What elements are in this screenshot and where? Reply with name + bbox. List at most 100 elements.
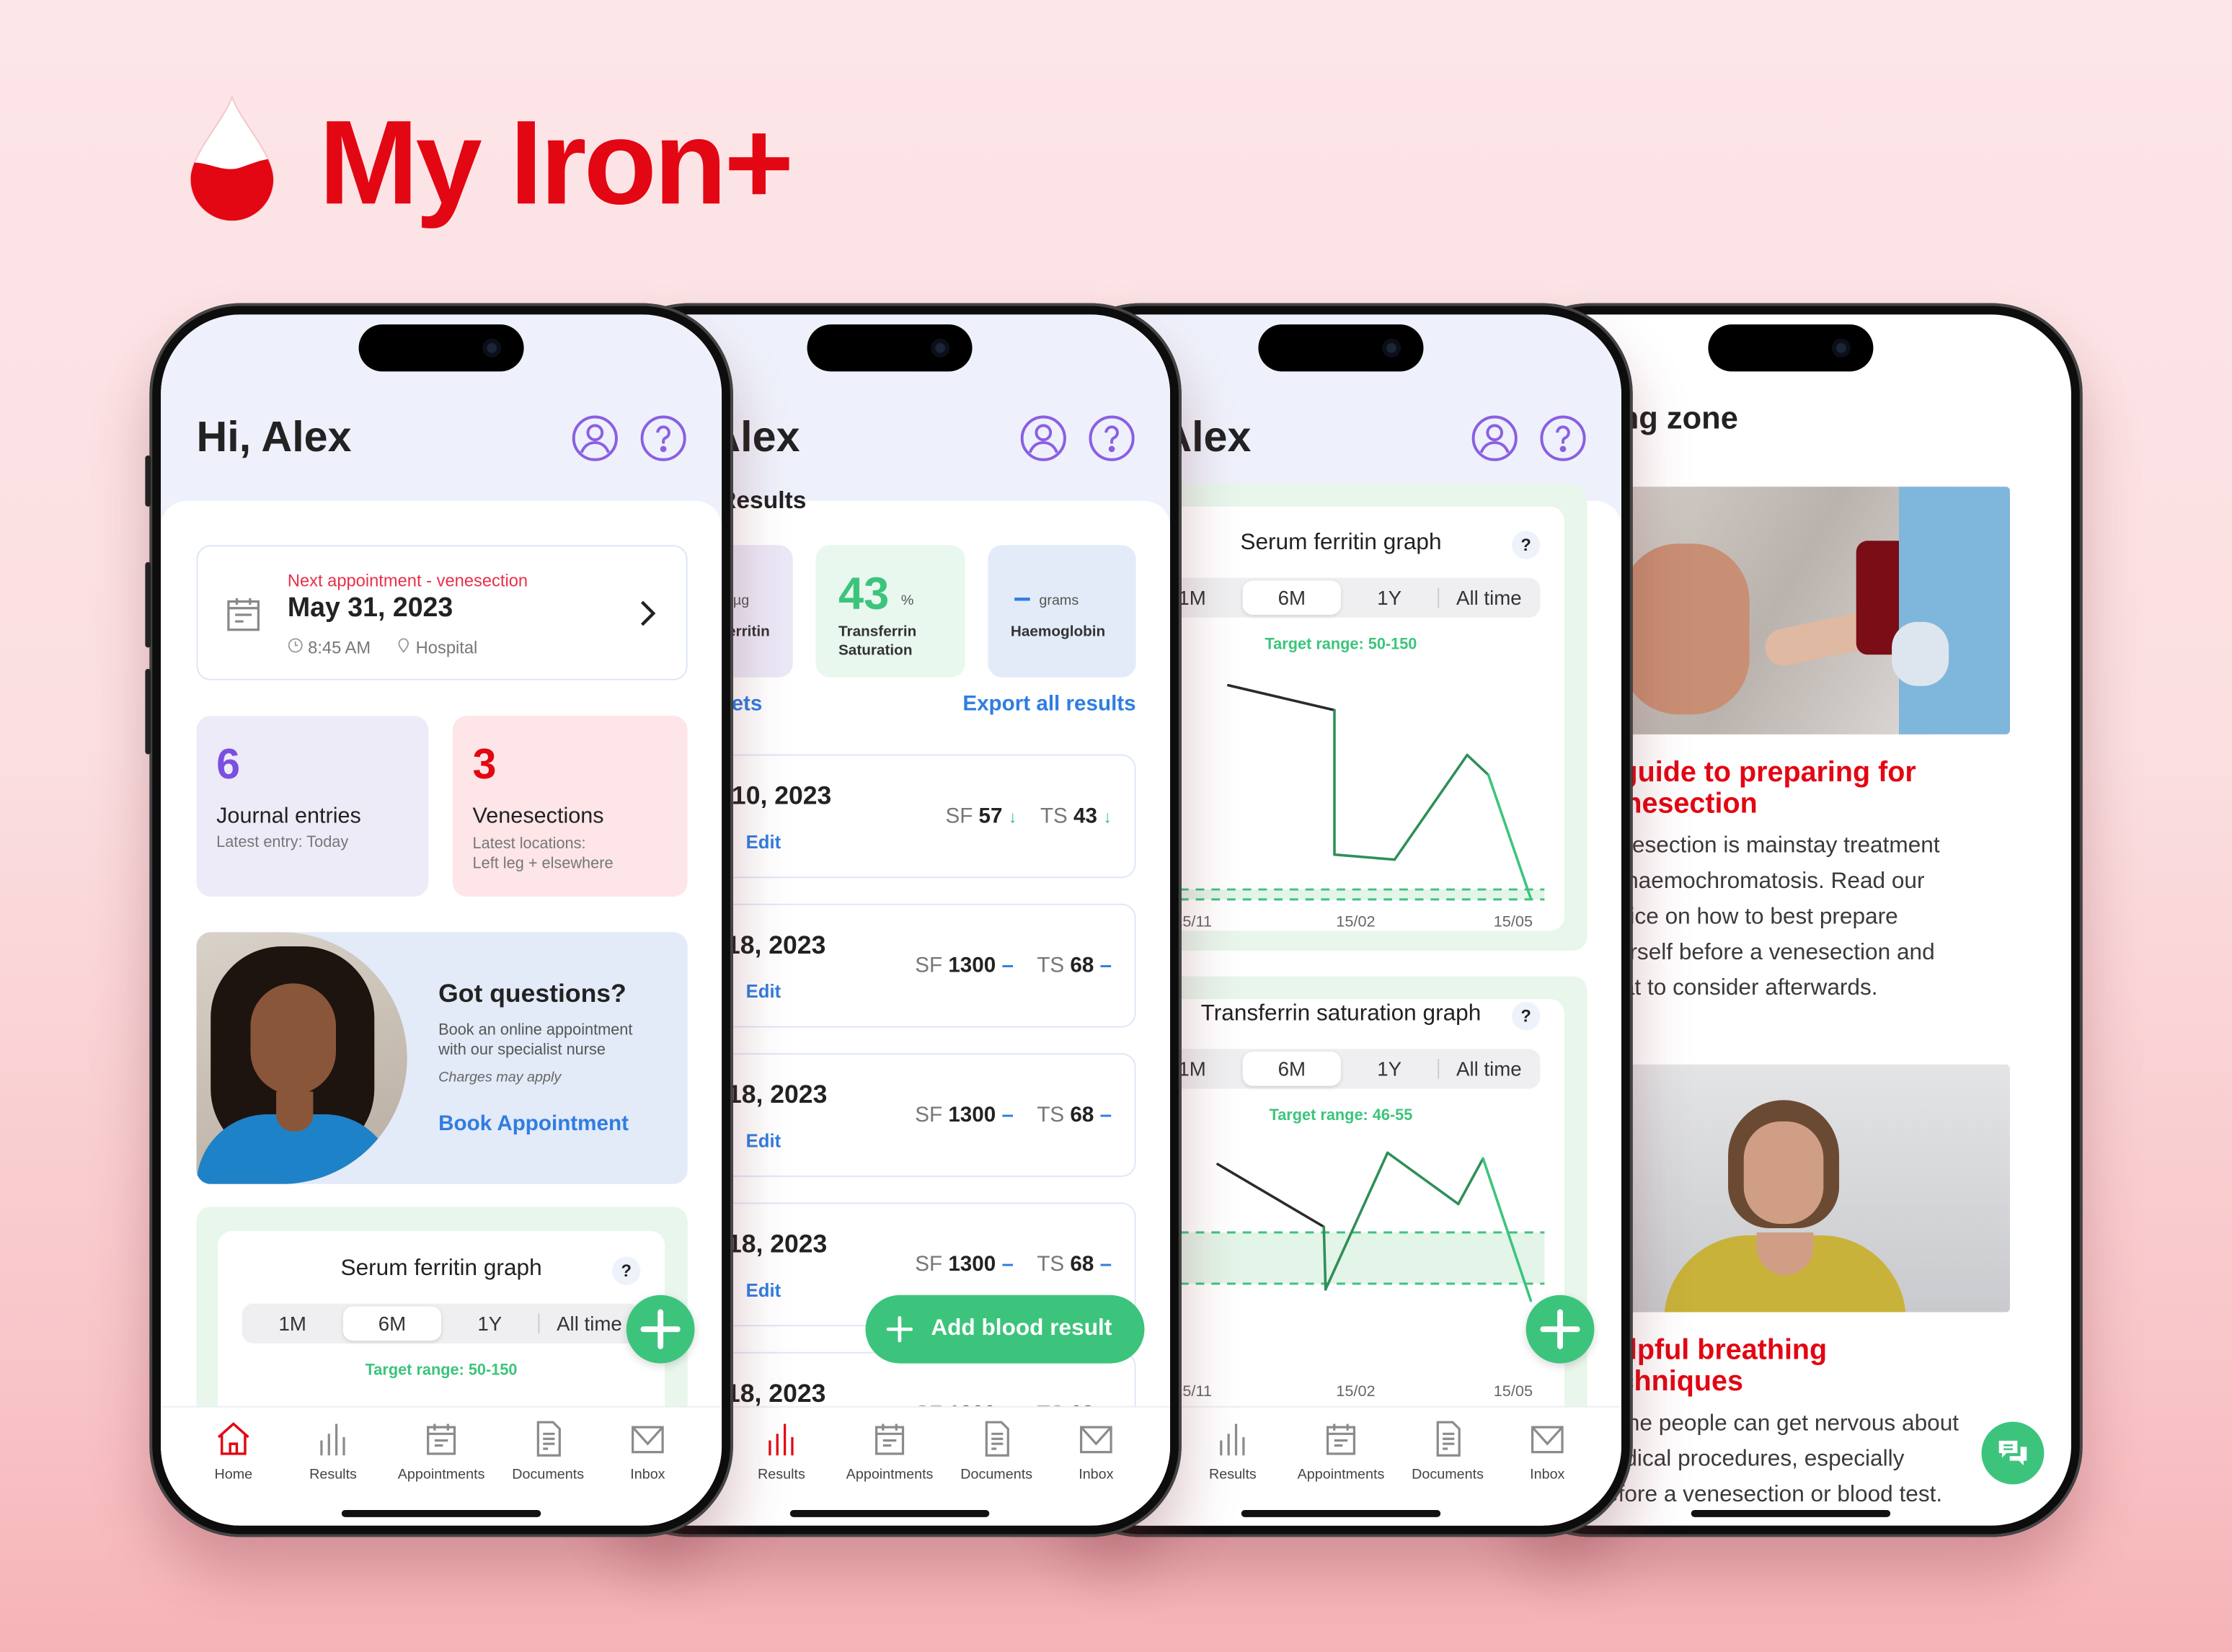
divider — [1438, 1059, 1440, 1079]
range-option-6m[interactable]: 6M — [1242, 580, 1341, 615]
x-tick-label: 15/05 — [1494, 1382, 1533, 1400]
divider — [538, 1313, 540, 1334]
inbox-icon — [1076, 1419, 1116, 1462]
nav-label: Documents — [512, 1467, 585, 1483]
trend-icon: – — [1001, 953, 1014, 978]
add-button[interactable] — [626, 1294, 695, 1364]
add-blood-result-button[interactable]: Add blood result — [865, 1294, 1145, 1364]
appointment-time: 8:45 AM — [308, 637, 371, 658]
chat-button[interactable] — [1981, 1421, 2045, 1485]
nav-label: Home — [214, 1467, 253, 1483]
range-option-1m[interactable]: 1M — [242, 1304, 343, 1344]
chat-icon — [1998, 1440, 2027, 1466]
help-icon[interactable] — [1088, 414, 1136, 463]
range-option-1y[interactable]: 1Y — [1341, 578, 1438, 618]
range-option-1y[interactable]: 1Y — [441, 1304, 538, 1344]
nav-documents[interactable]: Documents — [947, 1419, 1046, 1504]
edit-link[interactable]: Edit — [746, 831, 781, 853]
journal-entries-card[interactable]: 6 Journal entries Latest entry: Today — [196, 716, 429, 897]
range-option-all-time[interactable]: All time — [538, 1304, 640, 1344]
venesection-count: 3 — [472, 741, 497, 789]
dynamic-island — [1258, 324, 1424, 372]
profile-icon[interactable] — [1471, 414, 1519, 463]
dynamic-island — [807, 324, 973, 372]
range-option-all-time[interactable]: All time — [1438, 1049, 1540, 1088]
dynamic-island — [1708, 324, 1874, 372]
article-image-venesection[interactable] — [1593, 487, 2010, 734]
plus-icon — [1540, 1309, 1580, 1349]
range-option-6m[interactable]: 6M — [1242, 1052, 1341, 1086]
add-result-button[interactable] — [1525, 1294, 1595, 1364]
nav-inbox[interactable]: Inbox — [1497, 1419, 1597, 1504]
series-segment — [1487, 773, 1533, 900]
graph-help-button[interactable]: ? — [1511, 530, 1541, 559]
venesections-card[interactable]: 3 Venesections Latest locations: Left leg… — [452, 716, 688, 897]
help-icon[interactable] — [639, 414, 688, 463]
range-option-6m[interactable]: 6M — [342, 1306, 442, 1341]
range-selector[interactable]: 1M 6M 1Y All time — [242, 1303, 641, 1344]
metric-value: – — [1013, 579, 1032, 615]
target-range: Target range: 46-55 — [1269, 1107, 1413, 1124]
result-values: SF 57 ↓ TS 43 ↓ — [945, 804, 1112, 829]
metric-card-transferrin[interactable]: 43 % Transferrin Saturation — [815, 545, 965, 678]
article-image-breathing[interactable] — [1593, 1064, 2010, 1313]
home-indicator — [341, 1509, 541, 1517]
nav-appointments[interactable]: Appointments — [840, 1419, 939, 1504]
next-appointment-card[interactable]: Next appointment - venesection May 31, 2… — [196, 545, 688, 680]
metric-card-haemoglobin[interactable]: – grams Haemoglobin — [988, 545, 1136, 678]
results-icon — [1213, 1419, 1252, 1462]
edit-link[interactable]: Edit — [746, 980, 781, 1002]
series-segment — [1393, 753, 1469, 861]
trend-icon: – — [1001, 1252, 1014, 1277]
range-option-1y[interactable]: 1Y — [1341, 1049, 1438, 1088]
range-selector[interactable]: 1M 6M 1Y All time — [1141, 1049, 1541, 1089]
trend-icon: – — [1099, 1103, 1112, 1127]
nav-documents[interactable]: Documents — [1398, 1419, 1497, 1504]
nav-label: Results — [758, 1467, 805, 1483]
help-icon — [1540, 415, 1586, 461]
article-heading[interactable]: A guide to preparing for venesection — [1593, 757, 2019, 820]
greeting: Hi, Alex — [196, 414, 352, 461]
plus-icon — [640, 1309, 681, 1349]
divider — [1438, 587, 1440, 608]
range-option-all-time[interactable]: All time — [1438, 578, 1540, 618]
series-segment — [1386, 1151, 1460, 1206]
export-results-link[interactable]: Export all results — [962, 692, 1135, 716]
target-range: Target range: 50-150 — [365, 1362, 518, 1380]
graph-help-button[interactable]: ? — [1511, 1002, 1541, 1031]
nav-label: Results — [1208, 1467, 1257, 1483]
article-heading[interactable]: Helpful breathing techniques — [1593, 1335, 2019, 1398]
edit-link[interactable]: Edit — [746, 1130, 781, 1152]
article-body: Venesection is mainstay treatment for hae… — [1593, 834, 1940, 1001]
book-appointment-link[interactable]: Book Appointment — [438, 1111, 629, 1136]
nav-appointments[interactable]: Appointments — [1291, 1419, 1391, 1504]
nav-inbox[interactable]: Inbox — [1046, 1419, 1146, 1504]
nav-documents[interactable]: Documents — [498, 1419, 598, 1504]
blood-drop-icon — [190, 94, 275, 221]
help-icon[interactable] — [1538, 414, 1587, 463]
nav-results[interactable]: Results — [732, 1419, 831, 1504]
results-icon — [313, 1419, 353, 1462]
nav-results[interactable]: Results — [283, 1419, 383, 1504]
profile-icon[interactable] — [1019, 414, 1068, 463]
nav-home[interactable]: Home — [184, 1419, 283, 1504]
graph-help-button[interactable]: ? — [612, 1256, 641, 1285]
calendar-icon — [869, 1419, 909, 1462]
nav-label: Inbox — [1530, 1467, 1565, 1483]
appointment-label: Next appointment - venesection — [287, 570, 528, 591]
nav-label: Inbox — [1079, 1467, 1114, 1483]
result-values: SF 1300 – TS 68 – — [915, 1103, 1112, 1127]
nav-appointments[interactable]: Appointments — [391, 1419, 491, 1504]
nav-label: Documents — [1412, 1467, 1484, 1483]
nav-results[interactable]: Results — [1183, 1419, 1283, 1504]
nurse-photo — [196, 932, 407, 1184]
edit-link[interactable]: Edit — [746, 1279, 781, 1301]
home-indicator — [789, 1509, 990, 1517]
range-selector[interactable]: 1M 6M 1Y All time — [1141, 577, 1541, 618]
nav-inbox[interactable]: Inbox — [598, 1419, 697, 1504]
bottom-nav: Home Results Appointments Documents Inbox — [161, 1405, 722, 1526]
trend-icon: – — [1001, 1103, 1014, 1127]
target-range: Target range: 50-150 — [1265, 636, 1417, 654]
nav-label: Appointments — [1297, 1467, 1385, 1483]
profile-icon[interactable] — [571, 414, 619, 463]
